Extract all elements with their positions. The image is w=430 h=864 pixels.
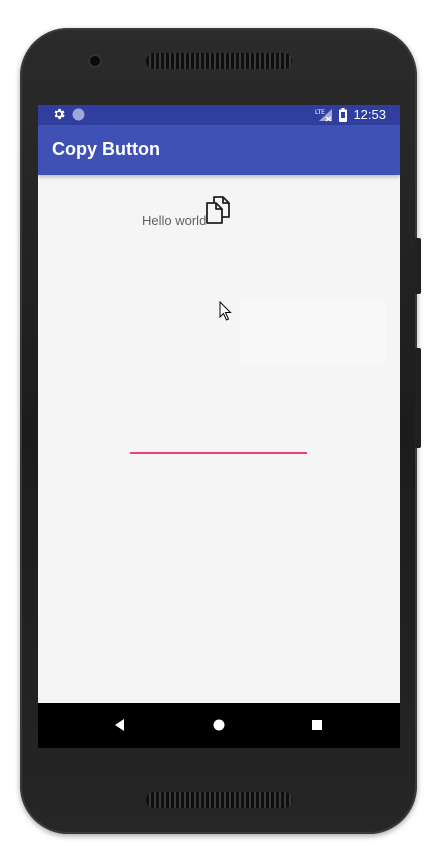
status-bar: LTE 12:53 <box>38 105 400 125</box>
power-button <box>415 348 421 448</box>
phone-frame: LTE 12:53 Copy Button Hello world <box>20 28 421 834</box>
screen: LTE 12:53 Copy Button Hello world <box>38 105 400 748</box>
status-time: 12:53 <box>353 107 386 122</box>
battery-icon <box>339 108 348 122</box>
recents-icon[interactable] <box>307 715 327 735</box>
top-speaker <box>146 53 292 69</box>
mouse-cursor-icon <box>219 301 232 321</box>
text-input-underline[interactable] <box>130 452 307 454</box>
circle-icon <box>72 108 85 120</box>
gear-icon <box>54 108 65 120</box>
back-icon[interactable] <box>110 715 130 735</box>
hello-text: Hello world <box>142 213 207 228</box>
svg-text:LTE: LTE <box>315 109 325 116</box>
copy-icon <box>206 196 230 224</box>
volume-button <box>415 238 421 294</box>
blank-panel <box>240 301 386 363</box>
lte-signal-icon: LTE <box>315 109 333 122</box>
app-title: Copy Button <box>52 139 160 159</box>
copy-button[interactable] <box>204 195 232 225</box>
front-camera <box>90 56 100 66</box>
bottom-speaker <box>146 792 292 808</box>
home-icon[interactable] <box>209 715 229 735</box>
navigation-bar <box>38 703 400 748</box>
app-bar: Copy Button <box>38 125 400 175</box>
